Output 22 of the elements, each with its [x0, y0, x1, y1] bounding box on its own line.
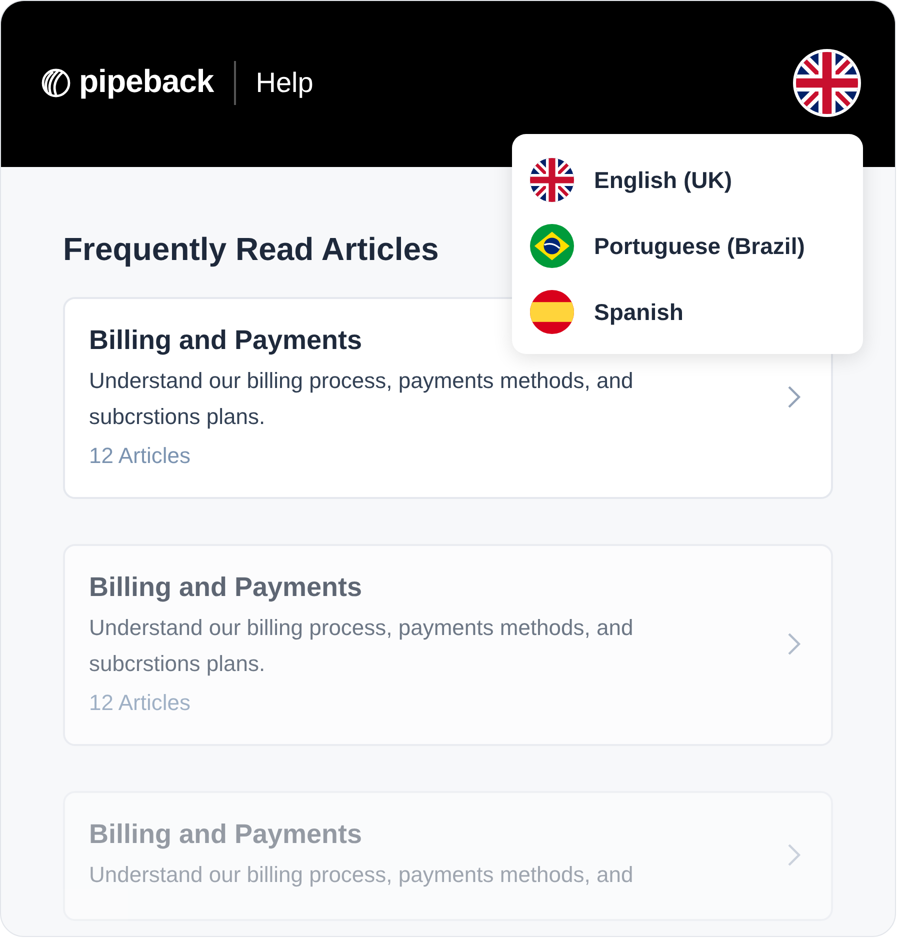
- card-description: Understand our billing process, payments methods, and: [89, 861, 634, 889]
- language-option[interactable]: Portuguese (Brazil): [530, 224, 863, 268]
- logo-icon: [39, 66, 73, 100]
- section-heading: Frequently Read Articles: [63, 230, 439, 269]
- flag-icon: [530, 290, 574, 334]
- flag-icon: [796, 52, 858, 114]
- article-count: 12 Articles: [89, 689, 192, 717]
- card-title: Billing and Payments: [89, 571, 364, 604]
- card-title: Billing and Payments: [89, 818, 364, 851]
- card-title: Billing and Payments: [89, 324, 364, 357]
- flag-icon: [530, 224, 574, 268]
- language-option[interactable]: English (UK): [530, 158, 863, 202]
- flag-icon: [530, 158, 574, 202]
- chevron-right-icon: [787, 385, 801, 409]
- section-title: Help: [256, 66, 314, 100]
- chevron-right-icon: [787, 843, 801, 867]
- chevron-right-icon: [787, 632, 801, 656]
- card-description: Understand our billing process, payments methods, and subcrstions plans.: [89, 614, 634, 678]
- article-count: 12 Articles: [89, 442, 192, 470]
- article-card[interactable]: Billing and Payments Understand our billing process, payments methods, and subcrstions plans. 12 Articles: [63, 544, 833, 746]
- logo-text: pipeback: [79, 65, 214, 101]
- card-description: Understand our billing process, payments methods, and subcrstions plans.: [89, 367, 634, 431]
